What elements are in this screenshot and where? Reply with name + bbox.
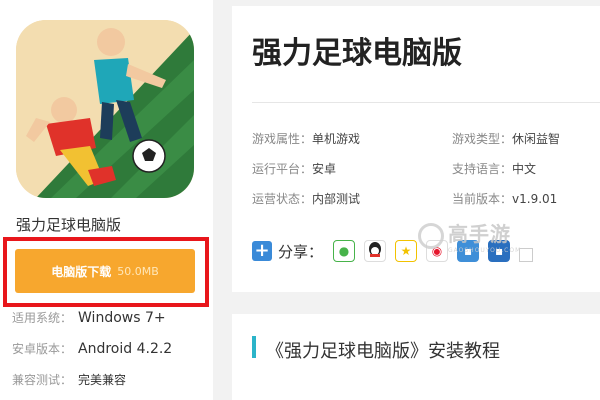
download-size: 50.0MB [117, 264, 159, 278]
watermark-logo-icon [418, 223, 444, 249]
meta-value: 完美兼容 [78, 373, 127, 387]
meta-value: Android 4.2.2 [78, 341, 173, 357]
info-key: 支持语言： [452, 162, 513, 176]
info-platform: 运行平台：安卓 [252, 160, 336, 177]
meta-compat: 兼容测试： 完美兼容 [12, 371, 126, 388]
info-value: 安卓 [312, 162, 337, 176]
qzone-icon[interactable]: ★ [395, 240, 418, 262]
info-value: 内部测试 [312, 192, 361, 206]
info-value: v1.9.01 [512, 192, 558, 206]
wechat-icon[interactable]: ● [333, 240, 356, 262]
tutorial-card: 《强力足球电脑版》安装教程 [232, 314, 600, 400]
app-sidebar: 强力足球电脑版 电脑版下载 50.0MB 适用系统： Windows 7+ 安卓版… [0, 0, 213, 400]
info-key: 游戏类型： [452, 132, 513, 146]
meta-value: Windows 7+ [78, 310, 166, 326]
info-status: 运营状态：内部测试 [252, 190, 360, 207]
share-plus-icon[interactable]: + [252, 241, 272, 261]
page-title: 强力足球电脑版 [252, 36, 462, 71]
meta-key: 兼容测试： [12, 373, 73, 387]
info-value: 单机游戏 [312, 132, 361, 146]
info-key: 当前版本： [452, 192, 513, 206]
info-key: 游戏属性： [252, 132, 313, 146]
section-accent-bar [252, 336, 256, 358]
info-type: 游戏类型：休闲益智 [452, 130, 560, 147]
watermark-cn: 高手游 [448, 222, 511, 246]
pc-download-button[interactable]: 电脑版下载 50.0MB [15, 249, 195, 293]
watermark-en: GAOSHOUYOU.COM [448, 247, 522, 254]
meta-key: 适用系统： [12, 311, 73, 325]
app-icon[interactable] [16, 20, 194, 198]
info-key: 运行平台： [252, 162, 313, 176]
app-name: 强力足球电脑版 [16, 216, 122, 234]
info-version: 当前版本：v1.9.01 [452, 190, 557, 207]
download-label: 电脑版下载 [51, 264, 112, 279]
info-value: 休闲益智 [512, 132, 561, 146]
meta-system: 适用系统： Windows 7+ [12, 309, 166, 326]
share-label: 分享： [278, 242, 324, 261]
meta-key: 安卓版本： [12, 342, 73, 356]
info-language: 支持语言：中文 [452, 160, 536, 177]
divider [252, 102, 600, 103]
watermark: 高手游 GAOSHOUYOU.COM [418, 218, 521, 254]
meta-android: 安卓版本： Android 4.2.2 [12, 340, 172, 357]
info-value: 中文 [512, 162, 537, 176]
game-detail-card: 强力足球电脑版 游戏属性：单机游戏 游戏类型：休闲益智 运行平台：安卓 支持语言… [232, 6, 600, 292]
qq-icon[interactable] [364, 240, 387, 262]
info-attribute: 游戏属性：单机游戏 [252, 130, 360, 147]
info-key: 运营状态： [252, 192, 313, 206]
download-highlight-frame: 电脑版下载 50.0MB [3, 237, 209, 307]
tutorial-title[interactable]: 《强力足球电脑版》安装教程 [266, 337, 500, 363]
